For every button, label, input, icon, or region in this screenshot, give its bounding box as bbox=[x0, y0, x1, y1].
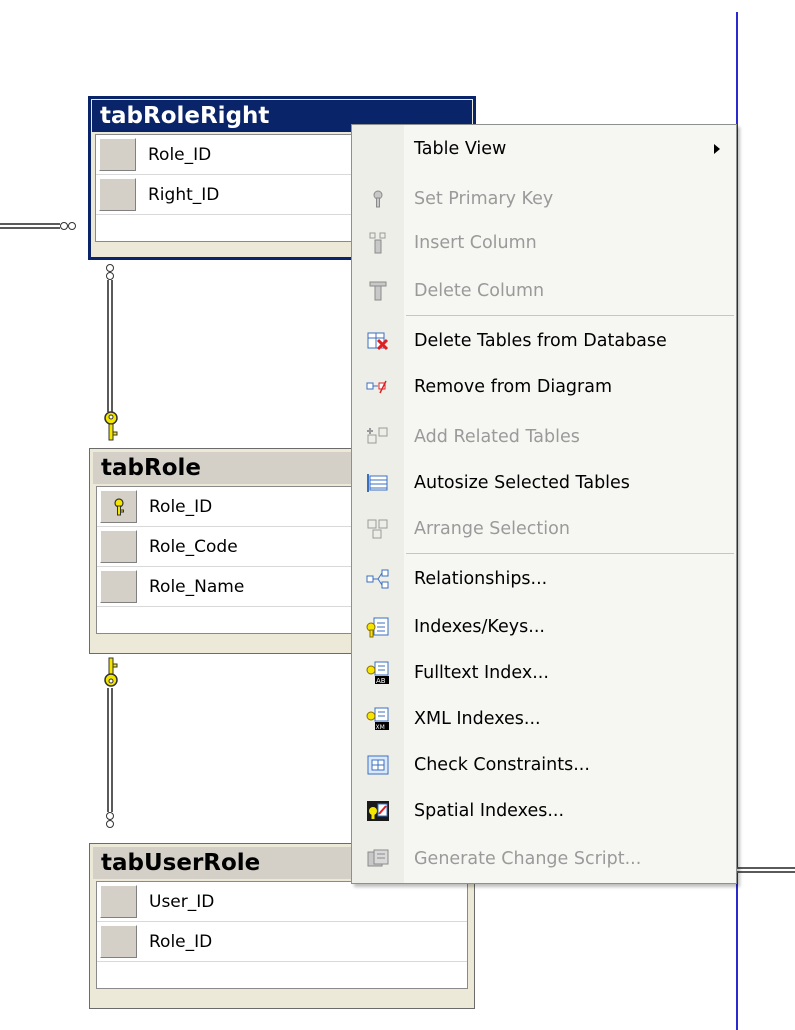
menu-item-label: XML Indexes... bbox=[414, 709, 541, 729]
row-selector[interactable] bbox=[99, 178, 136, 211]
relationship-end-marker bbox=[60, 222, 68, 230]
fulltext-icon: AB bbox=[352, 651, 404, 695]
column-name[interactable]: Right_ID bbox=[140, 185, 219, 205]
arrange-icon bbox=[352, 507, 404, 551]
menu-item-indexes-keys[interactable]: Indexes/Keys... bbox=[352, 605, 736, 649]
submenu-arrow-icon bbox=[714, 144, 720, 154]
menu-item-delete-column[interactable]: Delete Column bbox=[352, 269, 736, 313]
menu-item-label: Delete Tables from Database bbox=[414, 331, 667, 351]
column-name[interactable]: User_ID bbox=[141, 892, 214, 912]
primary-key-icon bbox=[113, 497, 124, 515]
row-selector[interactable] bbox=[100, 925, 137, 958]
autosize-icon bbox=[352, 461, 404, 505]
script-icon bbox=[352, 837, 404, 881]
delete-table-icon bbox=[352, 319, 404, 363]
row-selector[interactable] bbox=[100, 530, 137, 563]
menu-item-spatial-indexes[interactable]: Spatial Indexes... bbox=[352, 789, 736, 833]
column-row[interactable]: User_ID bbox=[97, 882, 467, 922]
menu-item-label: Arrange Selection bbox=[414, 519, 570, 539]
svg-text:XM: XM bbox=[376, 724, 385, 731]
indexes-icon bbox=[352, 605, 404, 649]
menu-item-label: Set Primary Key bbox=[414, 189, 554, 209]
add-related-icon bbox=[352, 415, 404, 459]
xml-index-icon: XM bbox=[352, 697, 404, 741]
svg-text:AB: AB bbox=[376, 677, 386, 685]
menu-item-label: Autosize Selected Tables bbox=[414, 473, 630, 493]
menu-item-label: Add Related Tables bbox=[414, 427, 580, 447]
relationship-end-marker bbox=[106, 272, 114, 280]
insert-column-icon bbox=[352, 221, 404, 265]
context-menu: Table View Set Primary Key Insert Column… bbox=[351, 124, 737, 884]
relationship-key-icon bbox=[104, 411, 118, 441]
menu-item-generate-change-script[interactable]: Generate Change Script... bbox=[352, 837, 736, 881]
relationship-line-role-userrole bbox=[107, 688, 113, 812]
new-column-row[interactable] bbox=[97, 962, 467, 988]
menu-item-label: Spatial Indexes... bbox=[414, 801, 565, 821]
menu-item-add-related-tables[interactable]: Add Related Tables bbox=[352, 415, 736, 459]
menu-item-label: Check Constraints... bbox=[414, 755, 590, 775]
menu-item-table-view[interactable]: Table View bbox=[352, 127, 736, 171]
column-name[interactable]: Role_ID bbox=[140, 145, 211, 165]
menu-item-label: Delete Column bbox=[414, 281, 545, 301]
menu-item-remove-from-diagram[interactable]: Remove from Diagram bbox=[352, 365, 736, 409]
menu-separator bbox=[406, 553, 734, 554]
relationship-end-marker bbox=[68, 222, 76, 230]
delete-column-icon bbox=[352, 269, 404, 313]
column-name[interactable]: Role_Name bbox=[141, 577, 244, 597]
check-constraint-icon bbox=[352, 743, 404, 787]
column-row[interactable]: Role_ID bbox=[97, 922, 467, 962]
relationship-line-roleright-role bbox=[107, 280, 113, 412]
menu-item-label: Indexes/Keys... bbox=[414, 617, 545, 637]
column-name[interactable]: Role_Code bbox=[141, 537, 238, 557]
menu-item-insert-column[interactable]: Insert Column bbox=[352, 221, 736, 265]
menu-item-arrange-selection[interactable]: Arrange Selection bbox=[352, 507, 736, 551]
key-icon bbox=[352, 177, 404, 221]
relationship-key-icon bbox=[104, 657, 118, 687]
menu-separator bbox=[406, 315, 734, 316]
spatial-index-icon bbox=[352, 789, 404, 833]
menu-item-label: Remove from Diagram bbox=[414, 377, 613, 397]
menu-item-autosize-selected-tables[interactable]: Autosize Selected Tables bbox=[352, 461, 736, 505]
menu-item-label: Fulltext Index... bbox=[414, 663, 549, 683]
relationship-end-marker bbox=[106, 264, 114, 272]
menu-item-xml-indexes[interactable]: XM XML Indexes... bbox=[352, 697, 736, 741]
relationships-icon bbox=[352, 557, 404, 601]
remove-diagram-icon bbox=[352, 365, 404, 409]
row-selector[interactable] bbox=[99, 138, 136, 171]
menu-item-relationships[interactable]: Relationships... bbox=[352, 557, 736, 601]
column-name[interactable]: Role_ID bbox=[141, 497, 212, 517]
menu-item-label: Table View bbox=[414, 139, 507, 159]
row-selector[interactable] bbox=[100, 570, 137, 603]
table-columns: User_ID Role_ID bbox=[96, 881, 468, 989]
relationship-end-marker bbox=[106, 820, 114, 828]
menu-item-check-constraints[interactable]: Check Constraints... bbox=[352, 743, 736, 787]
relationship-line-left bbox=[0, 223, 60, 229]
menu-item-fulltext-index[interactable]: AB Fulltext Index... bbox=[352, 651, 736, 695]
menu-item-set-primary-key[interactable]: Set Primary Key bbox=[352, 177, 736, 221]
menu-item-label: Relationships... bbox=[414, 569, 548, 589]
menu-item-label: Generate Change Script... bbox=[414, 849, 642, 869]
row-selector[interactable] bbox=[100, 885, 137, 918]
column-name[interactable]: Role_ID bbox=[141, 932, 212, 952]
menu-item-delete-tables-from-database[interactable]: Delete Tables from Database bbox=[352, 319, 736, 363]
row-selector[interactable] bbox=[100, 490, 137, 523]
menu-item-label: Insert Column bbox=[414, 233, 537, 253]
relationship-end-marker bbox=[106, 812, 114, 820]
